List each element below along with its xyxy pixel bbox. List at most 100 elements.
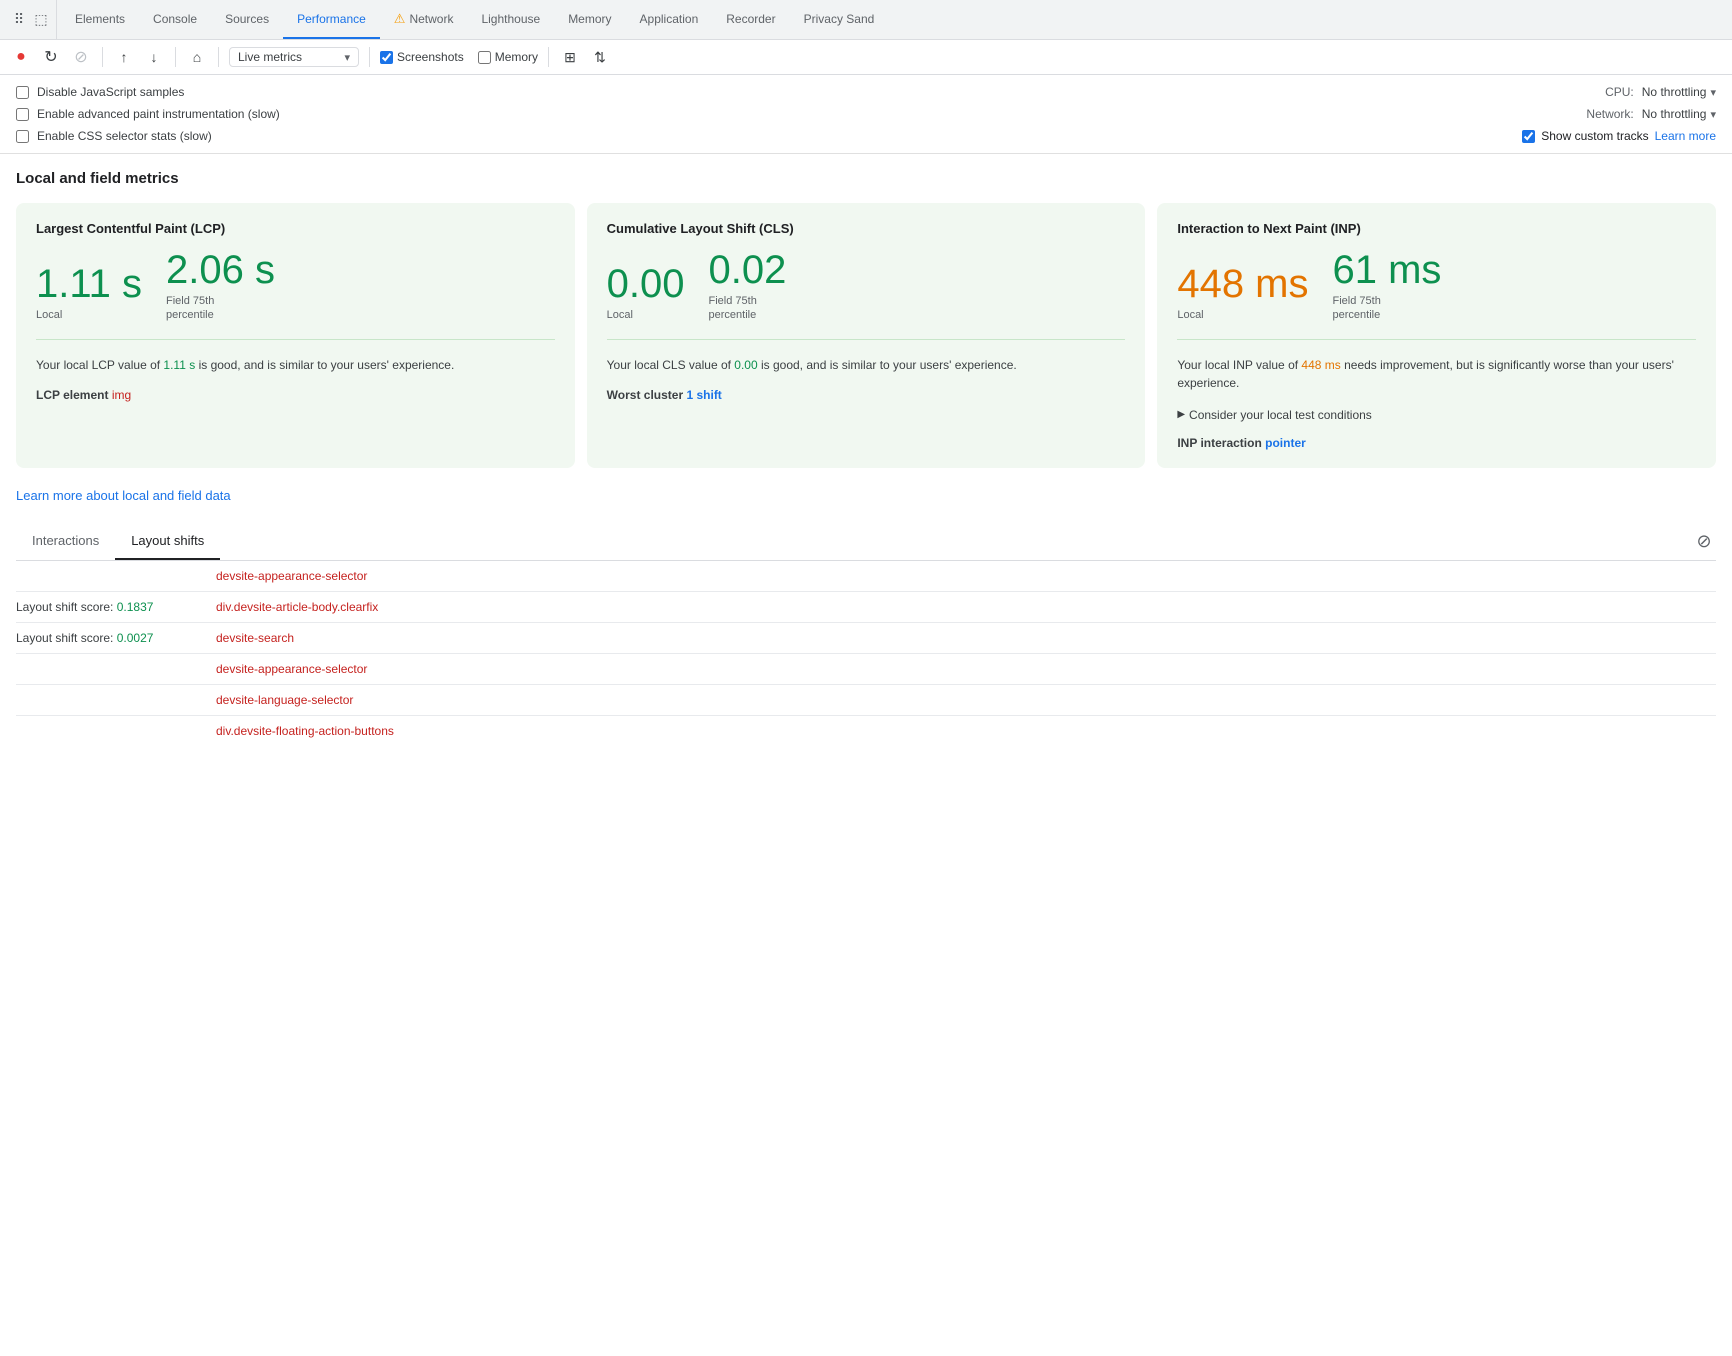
expand-triangle-icon: ▶: [1177, 409, 1185, 420]
cls-desc: Your local CLS value of 0.00 is good, an…: [607, 356, 1126, 374]
panel-tabs-row: Interactions Layout shifts ⊘: [16, 523, 1716, 561]
enable-paint-label: Enable advanced paint instrumentation (s…: [37, 107, 280, 121]
cls-field-label: Field 75thpercentile: [709, 294, 787, 323]
clear-button[interactable]: ⊘: [70, 46, 92, 68]
clear-tab-button[interactable]: ⊘: [1692, 529, 1716, 553]
screenshots-checkbox-group[interactable]: Screenshots: [380, 50, 464, 64]
separator-3: [218, 47, 219, 67]
tab-layout-shifts[interactable]: Layout shifts: [115, 523, 220, 560]
shift-score-2: Layout shift score: 0.0027: [16, 631, 216, 645]
cls-field-group: 0.02 Field 75thpercentile: [709, 248, 787, 323]
enable-css-row[interactable]: Enable CSS selector stats (slow): [16, 129, 1336, 143]
tab-recorder[interactable]: Recorder: [712, 0, 789, 39]
tab-lighthouse[interactable]: Lighthouse: [467, 0, 554, 39]
lcp-element-row: LCP element img: [36, 388, 555, 402]
tab-performance[interactable]: Performance: [283, 0, 380, 39]
cls-local-label: Local: [607, 308, 685, 322]
metric-cards: Largest Contentful Paint (LCP) 1.11 s Lo…: [16, 203, 1716, 468]
shift-element-5[interactable]: div.devsite-floating-action-buttons: [216, 724, 394, 738]
enable-paint-row[interactable]: Enable advanced paint instrumentation (s…: [16, 107, 1336, 121]
memory-checkbox[interactable]: [478, 51, 491, 64]
inp-field-label: Field 75thpercentile: [1333, 294, 1442, 323]
separator-5: [548, 47, 549, 67]
learn-more-link[interactable]: Learn more: [1655, 129, 1716, 143]
tab-application[interactable]: Application: [626, 0, 713, 39]
devtools-icon-1[interactable]: ⠿: [10, 11, 28, 29]
shift-element-2[interactable]: devsite-search: [216, 631, 294, 645]
cls-divider: [607, 339, 1126, 340]
learn-more-field-link[interactable]: Learn more about local and field data: [16, 488, 231, 503]
lcp-divider: [36, 339, 555, 340]
cls-shift-link[interactable]: 1 shift: [686, 388, 721, 402]
tab-sources[interactable]: Sources: [211, 0, 283, 39]
shift-element-1[interactable]: div.devsite-article-body.clearfix: [216, 600, 378, 614]
cls-element-row: Worst cluster 1 shift: [607, 388, 1126, 402]
separator-2: [175, 47, 176, 67]
live-metrics-select[interactable]: Live metrics ▾: [229, 47, 359, 67]
devtools-icon-2[interactable]: ⬚: [32, 11, 50, 29]
reload-button[interactable]: ↻: [40, 46, 62, 68]
tab-elements[interactable]: Elements: [61, 0, 139, 39]
network-throttle-select[interactable]: No throttling ▾: [1642, 107, 1716, 121]
inp-expand-row[interactable]: ▶ Consider your local test conditions: [1177, 408, 1696, 422]
cls-highlight: 0.00: [734, 358, 757, 372]
separator-1: [102, 47, 103, 67]
enable-css-checkbox[interactable]: [16, 130, 29, 143]
shift-element-4[interactable]: devsite-language-selector: [216, 693, 353, 707]
more-options-button[interactable]: ⊞: [559, 46, 581, 68]
record-button[interactable]: ●: [10, 46, 32, 68]
upload-button[interactable]: ↑: [113, 46, 135, 68]
lcp-values: 1.11 s Local 2.06 s Field 75thpercentile: [36, 248, 555, 323]
tab-console[interactable]: Console: [139, 0, 211, 39]
tab-memory[interactable]: Memory: [554, 0, 625, 39]
cls-local-group: 0.00 Local: [607, 262, 685, 322]
lcp-local-group: 1.11 s Local: [36, 262, 142, 322]
toolbar: ● ↻ ⊘ ↑ ↓ ⌂ Live metrics ▾ Screenshots M…: [0, 40, 1732, 75]
disable-js-samples-checkbox[interactable]: [16, 86, 29, 99]
screenshots-checkbox[interactable]: [380, 51, 393, 64]
cpu-throttle-select[interactable]: No throttling ▾: [1642, 85, 1716, 99]
lcp-highlight: 1.11 s: [163, 358, 195, 372]
enable-paint-checkbox[interactable]: [16, 108, 29, 121]
layout-shifts-table: devsite-appearance-selector Layout shift…: [16, 561, 1716, 746]
inp-desc: Your local INP value of 448 ms needs imp…: [1177, 356, 1696, 392]
inp-card: Interaction to Next Paint (INP) 448 ms L…: [1157, 203, 1716, 468]
memory-checkbox-group[interactable]: Memory: [478, 50, 538, 64]
shift-row-2: Layout shift score: 0.0027 devsite-searc…: [16, 623, 1716, 654]
section-title: Local and field metrics: [16, 170, 1716, 187]
shift-element-0[interactable]: devsite-appearance-selector: [216, 569, 367, 583]
disable-js-samples-row[interactable]: Disable JavaScript samples: [16, 85, 1336, 99]
tab-interactions[interactable]: Interactions: [16, 523, 115, 560]
home-button[interactable]: ⌂: [186, 46, 208, 68]
cls-title: Cumulative Layout Shift (CLS): [607, 221, 1126, 236]
custom-tracks-checkbox[interactable]: [1522, 130, 1535, 143]
lcp-card: Largest Contentful Paint (LCP) 1.11 s Lo…: [16, 203, 575, 468]
inp-divider: [1177, 339, 1696, 340]
settings-right: CPU: No throttling ▾ Network: No throttl…: [1336, 85, 1716, 143]
inp-field-group: 61 ms Field 75thpercentile: [1333, 248, 1442, 323]
custom-tracks-row: Show custom tracks Learn more: [1522, 129, 1716, 143]
cpu-label: CPU:: [1579, 85, 1634, 99]
tab-network[interactable]: ⚠ Network: [380, 0, 468, 39]
inp-values: 448 ms Local 61 ms Field 75thpercentile: [1177, 248, 1696, 323]
screenshots-label: Screenshots: [397, 50, 464, 64]
lcp-element-link[interactable]: img: [112, 388, 131, 402]
inp-interaction-link[interactable]: pointer: [1265, 436, 1306, 450]
network-throttle-value: No throttling: [1642, 107, 1707, 121]
lcp-title: Largest Contentful Paint (LCP): [36, 221, 555, 236]
warning-icon: ⚠: [394, 11, 406, 27]
settings-button[interactable]: ⇅: [589, 46, 611, 68]
shift-element-3[interactable]: devsite-appearance-selector: [216, 662, 367, 676]
tab-privacy[interactable]: Privacy Sand: [790, 0, 889, 39]
download-button[interactable]: ↓: [143, 46, 165, 68]
lcp-desc: Your local LCP value of 1.11 s is good, …: [36, 356, 555, 374]
inp-element-row: INP interaction pointer: [1177, 436, 1696, 450]
cls-local-value: 0.00: [607, 262, 685, 306]
inp-title: Interaction to Next Paint (INP): [1177, 221, 1696, 236]
shift-score-1: Layout shift score: 0.1837: [16, 600, 216, 614]
memory-label: Memory: [495, 50, 538, 64]
shift-score-value-1: 0.1837: [117, 600, 154, 614]
lcp-field-value: 2.06 s: [166, 248, 275, 292]
inp-local-value: 448 ms: [1177, 262, 1308, 306]
lcp-local-label: Local: [36, 308, 142, 322]
